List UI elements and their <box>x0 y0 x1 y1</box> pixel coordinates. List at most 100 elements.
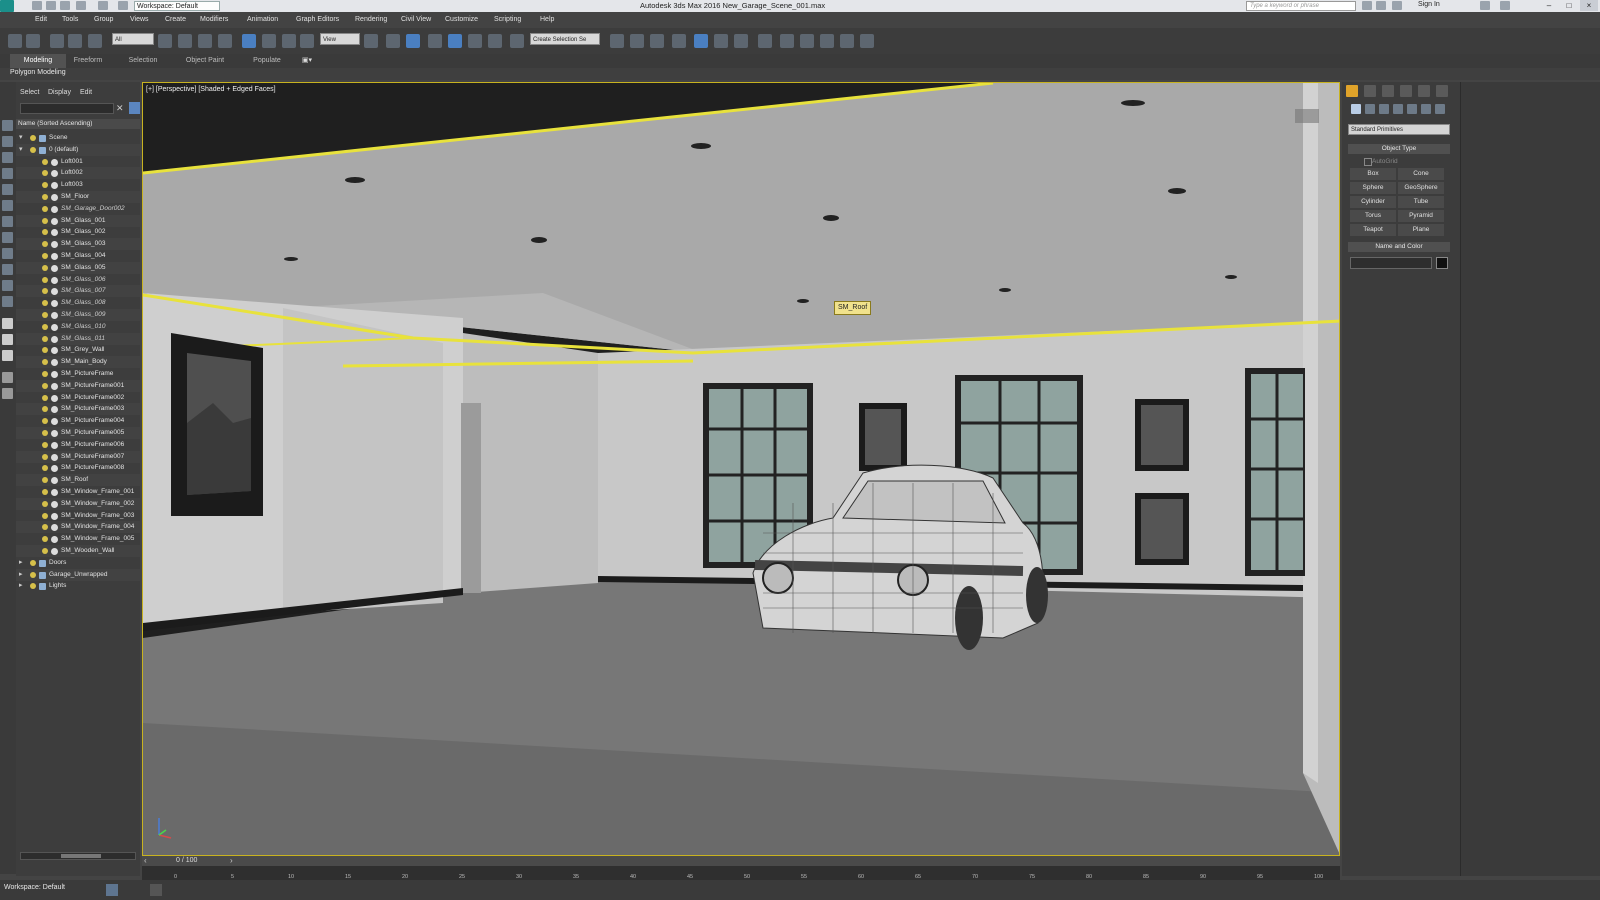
visibility-bulb-icon[interactable] <box>42 371 48 377</box>
visibility-bulb-icon[interactable] <box>42 264 48 271</box>
spinner-snap-icon[interactable] <box>488 34 502 48</box>
display-shapes-icon[interactable] <box>2 152 13 163</box>
menu-civil-view[interactable]: Civil View <box>401 16 431 23</box>
display-none-icon[interactable] <box>2 120 13 131</box>
visibility-bulb-icon[interactable] <box>42 382 48 389</box>
visibility-bulb-icon[interactable] <box>42 312 48 318</box>
visibility-bulb-icon[interactable] <box>42 182 48 189</box>
window-crossing-icon[interactable] <box>218 34 232 48</box>
select-object-icon[interactable] <box>158 34 172 48</box>
tree-row[interactable]: SM_PictureFrame001 <box>16 379 140 392</box>
menu-views[interactable]: Views <box>130 16 149 23</box>
tree-row[interactable]: SM_PictureFrame007 <box>16 450 140 463</box>
selection-filter-dropdown[interactable]: All <box>112 33 154 45</box>
box-button[interactable]: Box <box>1350 168 1396 180</box>
tree-row[interactable]: ▸ Doors <box>16 557 140 569</box>
tree-row[interactable]: SM_Glass_001 <box>16 214 140 227</box>
display-geometry-icon[interactable] <box>2 136 13 147</box>
tree-row[interactable]: SM_Window_Frame_003 <box>16 510 140 522</box>
select-rotate-icon[interactable] <box>262 34 276 48</box>
menu-edit[interactable]: Edit <box>35 16 47 23</box>
named-selection-set-dropdown[interactable]: Create Selection Se <box>530 33 600 45</box>
tree-row[interactable]: SM_Main_Body <box>16 356 140 369</box>
display-cameras-icon[interactable] <box>2 184 13 195</box>
a360-render-icon[interactable] <box>860 34 874 48</box>
lights-category-icon[interactable] <box>1379 104 1389 114</box>
tree-row[interactable]: Loft002 <box>16 167 140 180</box>
tree-row[interactable]: SM_Glass_011 <box>16 332 140 345</box>
autogrid-checkbox[interactable] <box>1364 158 1372 166</box>
object-type-rollout[interactable]: Object Type <box>1348 144 1450 154</box>
expand-arrow-icon[interactable]: ▸ <box>19 580 23 592</box>
new-file-icon[interactable] <box>32 1 42 10</box>
tree-row[interactable]: SM_Glass_004 <box>16 250 140 262</box>
modify-tab-icon[interactable] <box>1364 85 1376 97</box>
redo-icon[interactable] <box>26 34 40 48</box>
save-file-icon[interactable] <box>60 1 70 10</box>
project-folder-icon[interactable] <box>118 1 128 10</box>
layer-explorer-icon[interactable] <box>650 34 664 48</box>
expand-arrow-icon[interactable]: ▸ <box>19 569 23 581</box>
tree-row[interactable]: ▾ Scene <box>16 132 140 144</box>
expand-arrow-icon[interactable]: ▾ <box>19 132 23 144</box>
tree-row[interactable]: SM_Roof <box>16 474 140 487</box>
visibility-bulb-icon[interactable] <box>42 347 48 354</box>
visibility-bulb-icon[interactable] <box>42 406 48 413</box>
menu-help[interactable]: Help <box>540 16 554 23</box>
visibility-bulb-icon[interactable] <box>42 217 48 224</box>
close-button[interactable]: × <box>1580 0 1598 11</box>
visibility-bulb-icon[interactable] <box>42 359 48 366</box>
star-icon[interactable] <box>1392 1 1402 10</box>
help-icon[interactable] <box>1500 1 1510 10</box>
visibility-bulb-icon[interactable] <box>42 394 48 401</box>
display-lights-icon[interactable] <box>2 168 13 179</box>
visibility-bulb-icon[interactable] <box>42 229 48 236</box>
primitive-type-dropdown[interactable]: Standard Primitives <box>1348 124 1450 135</box>
tree-row[interactable]: SM_Window_Frame_001 <box>16 486 140 498</box>
tree-row[interactable]: SM_Glass_005 <box>16 261 140 274</box>
tree-row[interactable]: SM_PictureFrame006 <box>16 439 140 451</box>
display-none-all-icon[interactable] <box>2 334 13 345</box>
menu-tools[interactable]: Tools <box>62 16 78 23</box>
visibility-bulb-icon[interactable] <box>30 583 36 590</box>
favorites-icon[interactable] <box>1376 1 1386 10</box>
utilities-tab-icon[interactable] <box>1436 85 1448 97</box>
select-scale-icon[interactable] <box>282 34 296 48</box>
explorer-scrollbar[interactable] <box>20 852 136 860</box>
select-by-name-icon[interactable] <box>178 34 192 48</box>
tree-row[interactable]: SM_Garage_Door002 <box>16 203 140 215</box>
tree-row[interactable]: SM_Glass_006 <box>16 274 140 286</box>
visibility-bulb-icon[interactable] <box>42 477 48 484</box>
ribbon-options-icon[interactable]: ▣▾ <box>298 54 316 68</box>
visibility-bulb-icon[interactable] <box>42 323 48 330</box>
explorer-menu-edit[interactable]: Edit <box>80 89 92 96</box>
create-tab-icon[interactable] <box>1346 85 1358 97</box>
tree-row[interactable]: SM_Window_Frame_004 <box>16 521 140 534</box>
visibility-bulb-icon[interactable] <box>42 524 48 531</box>
expand-arrow-icon[interactable]: ▾ <box>19 144 23 156</box>
binoculars-icon[interactable] <box>1362 1 1372 10</box>
time-slider[interactable]: ‹ 0 / 100 › <box>142 856 1340 866</box>
cone-button[interactable]: Cone <box>1398 168 1444 180</box>
polygon-modeling-panel[interactable]: Polygon Modeling <box>10 69 66 76</box>
sphere-button[interactable]: Sphere <box>1350 182 1396 194</box>
menu-graph-editors[interactable]: Graph Editors <box>296 16 339 23</box>
tree-row[interactable]: ▸ Lights <box>16 580 140 592</box>
torus-button[interactable]: Torus <box>1350 210 1396 222</box>
tree-row[interactable]: SM_Window_Frame_005 <box>16 533 140 545</box>
undo-icon[interactable] <box>8 34 22 48</box>
exchange-icon[interactable] <box>1480 1 1490 10</box>
tab-populate[interactable]: Populate <box>244 54 290 68</box>
visibility-bulb-icon[interactable] <box>42 335 48 342</box>
prev-frame-icon[interactable]: ‹ <box>144 856 147 865</box>
workspace-dropdown[interactable]: Workspace: Default <box>134 1 220 11</box>
visibility-bulb-icon[interactable] <box>42 205 48 212</box>
menu-scripting[interactable]: Scripting <box>494 16 521 23</box>
search-input[interactable]: Type a keyword or phrase <box>1246 1 1356 11</box>
snaps-toggle-icon[interactable] <box>428 34 442 48</box>
explorer-menu-select[interactable]: Select <box>20 89 39 96</box>
systems-category-icon[interactable] <box>1435 104 1445 114</box>
tree-row[interactable]: SM_Glass_002 <box>16 226 140 238</box>
object-name-field[interactable] <box>1350 257 1432 269</box>
display-helpers-icon[interactable] <box>2 200 13 211</box>
